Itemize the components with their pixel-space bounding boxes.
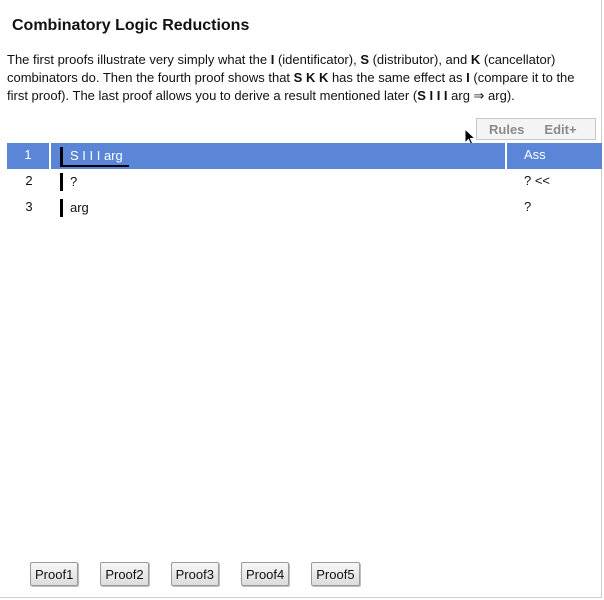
proof-table: 1 S I I I arg Ass 2 ? ? << 3 arg ? — [7, 143, 602, 221]
line-number: 1 — [7, 143, 51, 169]
proof3-button[interactable]: Proof3 — [170, 562, 219, 586]
page-title: Combinatory Logic Reductions — [12, 17, 250, 34]
line-number: 3 — [25, 199, 33, 214]
rules-button[interactable]: Rules — [477, 122, 524, 137]
desc-text: The first proofs illustrate very simply … — [7, 52, 271, 67]
description: The first proofs illustrate very simply … — [7, 51, 597, 105]
proof2-button[interactable]: Proof2 — [100, 562, 149, 586]
desc-combinator-siii: S I I I — [417, 88, 448, 103]
line-number: 2 — [25, 173, 33, 188]
line-formula[interactable]: ? — [60, 173, 77, 191]
column-divider — [505, 143, 507, 169]
line-rule[interactable]: ? — [524, 195, 531, 221]
proof5-button[interactable]: Proof5 — [311, 562, 360, 586]
line-formula[interactable]: arg — [60, 199, 89, 217]
proof-selector: Proof1 Proof2 Proof3 Proof4 Proof5 — [30, 562, 382, 586]
line-rule[interactable]: Ass — [524, 143, 546, 169]
desc-text: has the same effect as — [328, 70, 467, 85]
desc-combinator-skk: S K K — [293, 70, 329, 85]
proof-line-3[interactable]: 3 arg ? — [7, 195, 602, 221]
edit-plus-button[interactable]: Edit+ — [524, 122, 576, 137]
desc-text: arg ⇒ arg). — [447, 88, 515, 103]
line-formula[interactable]: S I I I arg — [60, 147, 129, 167]
proof-line-2[interactable]: 2 ? ? << — [7, 169, 602, 195]
desc-text: (distributor), and — [368, 52, 471, 67]
proof4-button[interactable]: Proof4 — [240, 562, 290, 586]
desc-combinator-s: S — [360, 52, 369, 67]
desc-combinator-k: K — [470, 52, 481, 67]
proof-line-1[interactable]: 1 S I I I arg Ass — [7, 143, 602, 169]
line-rule[interactable]: ? << — [524, 169, 550, 195]
desc-text: (identificator), — [274, 52, 361, 67]
proof1-button[interactable]: Proof1 — [30, 562, 79, 586]
proof-toolbar: Rules Edit+ — [476, 118, 596, 140]
